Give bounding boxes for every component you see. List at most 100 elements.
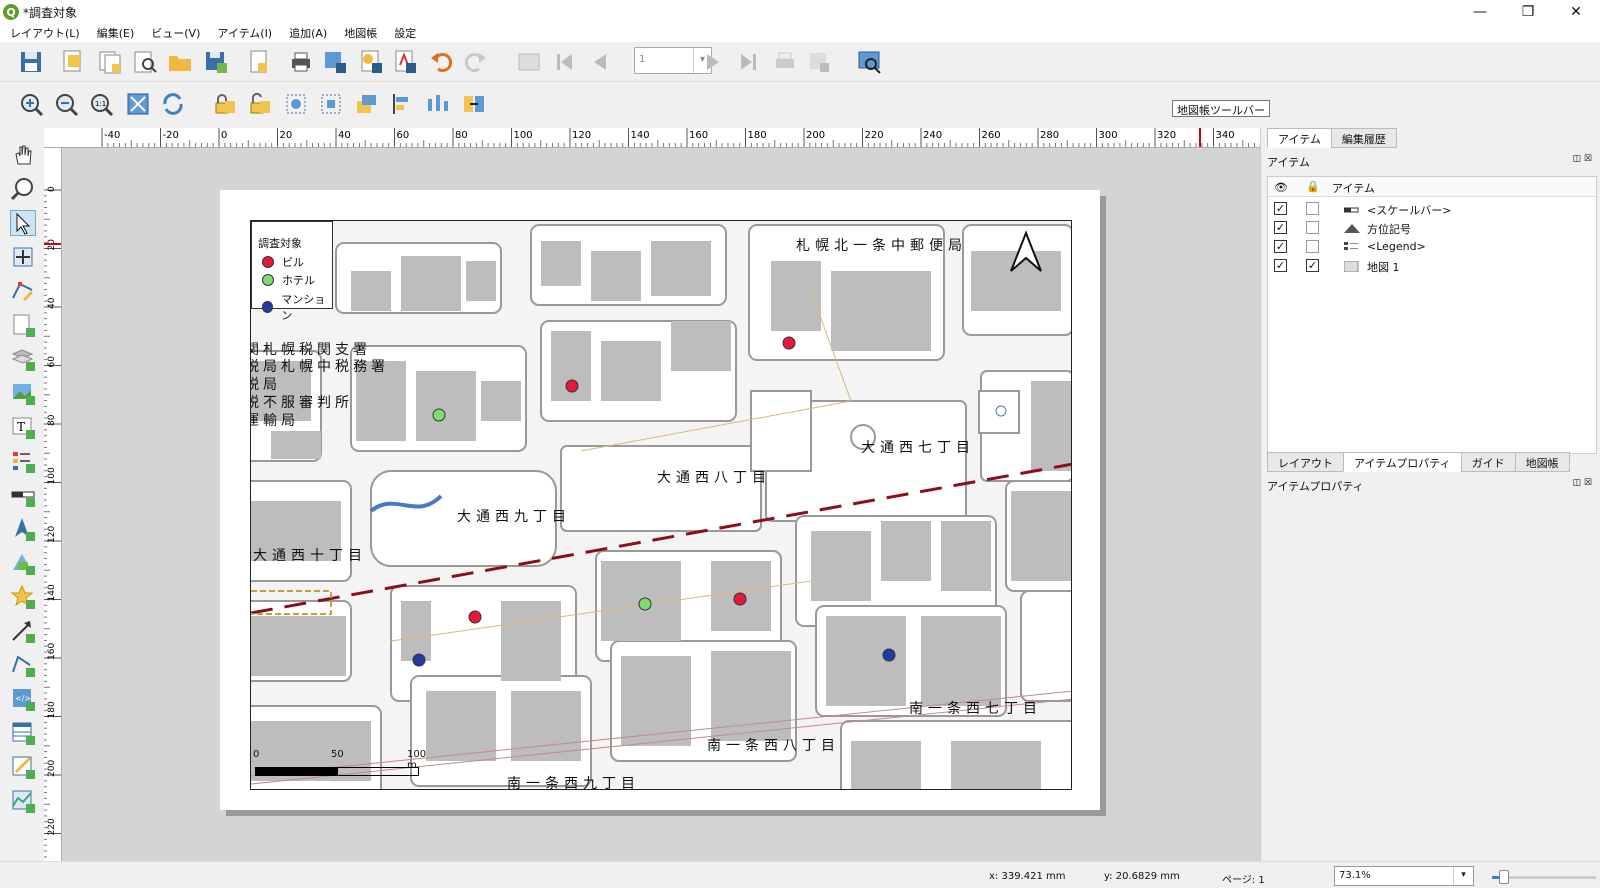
new-layout-icon[interactable] (60, 49, 86, 75)
save-as-template-icon[interactable] (203, 49, 229, 75)
refresh-icon[interactable] (160, 91, 186, 117)
ruler-tick-label: 120 (47, 526, 57, 543)
redo-icon[interactable] (463, 49, 489, 75)
menu-view[interactable]: ビュー(V) (151, 25, 200, 41)
lock-checkbox[interactable]: ✓ (1306, 259, 1319, 272)
list-item[interactable]: ✓ <スケールバー> (1268, 200, 1596, 219)
move-content-icon[interactable] (10, 244, 36, 270)
zoom-out-icon[interactable] (53, 91, 79, 117)
last-feature-icon[interactable] (735, 49, 761, 75)
panel-float-close-icon[interactable]: ◫ ☒ (1573, 478, 1592, 488)
layout-canvas[interactable]: 札幌北一条中郵便局 関札幌税関支署 税局札幌中税務署 税局 税不服審判所 運輸局… (62, 148, 1260, 861)
map-item[interactable]: 札幌北一条中郵便局 関札幌税関支署 税局札幌中税務署 税局 税不服審判所 運輸局… (250, 220, 1072, 790)
zoom-full-icon[interactable] (125, 91, 151, 117)
restore-button[interactable]: ❐ (1504, 0, 1552, 24)
tab-layout[interactable]: レイアウト (1267, 452, 1344, 472)
lock-items-icon[interactable] (212, 91, 238, 117)
print-icon[interactable] (288, 49, 314, 75)
export-pdf-icon[interactable] (392, 49, 418, 75)
next-feature-icon[interactable] (700, 49, 726, 75)
visibility-checkbox[interactable]: ✓ (1274, 240, 1287, 253)
zoom-combobox[interactable]: 73.1% ▾ (1334, 866, 1474, 886)
open-folder-icon[interactable] (167, 49, 193, 75)
add-fixed-table-icon[interactable] (10, 754, 36, 780)
edit-nodes-icon[interactable] (10, 278, 36, 304)
add-polyline-icon[interactable] (10, 652, 36, 678)
resize-icon[interactable] (461, 91, 487, 117)
tab-atlas[interactable]: 地図帳 (1514, 452, 1570, 472)
lock-icon[interactable]: 🔒 (1306, 180, 1320, 193)
menu-items[interactable]: アイテム(I) (217, 25, 272, 41)
previous-feature-icon[interactable] (587, 49, 613, 75)
menu-atlas[interactable]: 地図帳 (344, 25, 377, 41)
legend-icon (1344, 242, 1358, 250)
panel-float-close-icon[interactable]: ◫ ☒ (1573, 154, 1592, 164)
menu-edit[interactable]: 編集(E) (97, 25, 135, 41)
visibility-checkbox[interactable]: ✓ (1274, 259, 1287, 272)
layout-manager-icon[interactable] (132, 49, 158, 75)
minimize-button[interactable]: — (1456, 0, 1504, 24)
group-items-icon[interactable] (283, 91, 309, 117)
menu-settings[interactable]: 設定 (394, 25, 416, 41)
save-icon[interactable] (18, 49, 44, 75)
lock-checkbox[interactable] (1306, 221, 1319, 234)
svg-text:</>: </> (15, 694, 31, 703)
ruler-tick-label: 80 (47, 414, 57, 426)
add-scalebar-icon[interactable] (10, 482, 36, 508)
add-north-arrow-icon[interactable] (10, 516, 36, 542)
export-atlas-icon[interactable] (806, 49, 832, 75)
align-left-icon[interactable] (390, 91, 416, 117)
add-shape-icon[interactable] (10, 550, 36, 576)
pan-hand-icon[interactable] (10, 142, 36, 168)
add-label-icon[interactable]: T (10, 414, 36, 440)
zoom-tool-icon[interactable] (10, 176, 36, 202)
ungroup-items-icon[interactable] (318, 91, 344, 117)
add-page-icon[interactable] (10, 312, 36, 338)
add-legend-icon[interactable] (10, 448, 36, 474)
select-tool-icon[interactable] (10, 210, 36, 236)
tab-guides[interactable]: ガイド (1460, 452, 1516, 472)
zoom-slider[interactable] (1492, 870, 1596, 884)
export-image-icon[interactable] (322, 49, 348, 75)
raise-items-icon[interactable] (354, 91, 380, 117)
menu-add[interactable]: 追加(A) (289, 25, 327, 41)
add-arrow-icon[interactable] (10, 618, 36, 644)
scalebar[interactable]: 0 50 100 m (251, 741, 431, 781)
unlock-items-icon[interactable] (247, 91, 273, 117)
legend[interactable]: 調査対象 ビル ホテル マンション (251, 221, 333, 322)
add-picture-icon[interactable] (10, 380, 36, 406)
add-attribute-table-icon[interactable] (10, 720, 36, 746)
distribute-icon[interactable] (425, 91, 451, 117)
atlas-settings-icon[interactable] (856, 49, 882, 75)
first-feature-icon[interactable] (552, 49, 578, 75)
menu-layout[interactable]: レイアウト(L) (10, 25, 80, 41)
add-marker-icon[interactable] (10, 584, 36, 610)
new-page-icon[interactable] (246, 49, 272, 75)
add-elevation-profile-icon[interactable] (10, 788, 36, 814)
close-button[interactable]: ✕ (1552, 0, 1600, 24)
slider-handle[interactable] (1499, 870, 1510, 884)
lock-checkbox[interactable] (1306, 240, 1319, 253)
undo-icon[interactable] (428, 49, 454, 75)
atlas-preview-icon[interactable] (516, 49, 542, 75)
visibility-checkbox[interactable]: ✓ (1274, 202, 1287, 215)
add-html-icon[interactable]: </> (10, 686, 36, 712)
duplicate-layout-icon[interactable] (97, 49, 123, 75)
list-item[interactable]: ✓ <Legend> (1268, 238, 1596, 257)
tab-item-properties[interactable]: アイテムプロパティ (1343, 452, 1462, 472)
export-svg-icon[interactable] (358, 49, 384, 75)
list-item[interactable]: ✓ ✓ 地図 1 (1268, 257, 1596, 276)
tab-items[interactable]: アイテム (1267, 128, 1332, 148)
add-map-icon[interactable] (10, 346, 36, 372)
eye-icon[interactable]: 👁 (1274, 181, 1288, 194)
lock-checkbox[interactable] (1306, 202, 1319, 215)
list-item[interactable]: ✓ 方位記号 (1268, 219, 1596, 238)
print-atlas-icon[interactable] (772, 49, 798, 75)
zoom-in-icon[interactable] (18, 91, 44, 117)
layout-page[interactable]: 札幌北一条中郵便局 関札幌税関支署 税局札幌中税務署 税局 税不服審判所 運輸局… (220, 190, 1100, 810)
tab-undo-history[interactable]: 編集履歴 (1330, 128, 1397, 148)
zoom-100-icon[interactable]: 1:1 (88, 91, 114, 117)
item-label: 地図 1 (1367, 261, 1400, 274)
visibility-checkbox[interactable]: ✓ (1274, 221, 1287, 234)
items-panel-header: アイテム (1267, 156, 1310, 169)
